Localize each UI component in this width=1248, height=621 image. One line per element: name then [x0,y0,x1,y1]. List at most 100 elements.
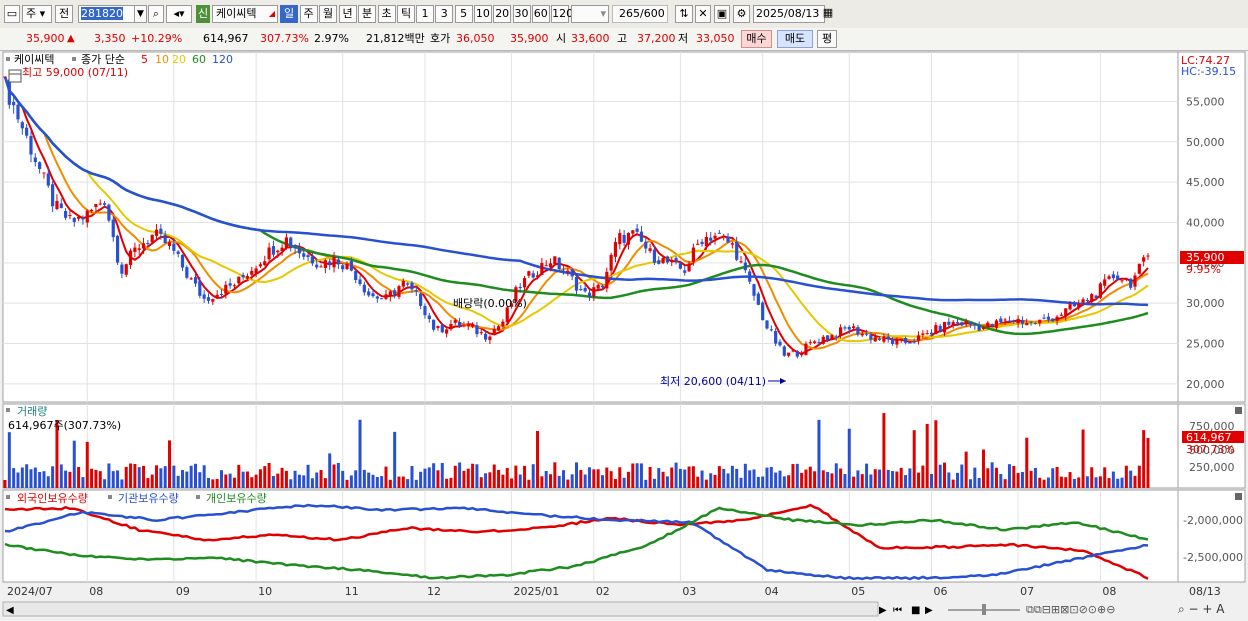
volume-bar [587,467,591,488]
zoom-icons[interactable]: ⌕ − + A [1178,602,1225,616]
speaker-icon[interactable]: ◂▾ [166,5,192,23]
tab-interval-7[interactable]: 120 [551,5,573,23]
candle-body [306,255,310,258]
prev-button[interactable]: 전 [55,5,73,23]
volume-bar [852,476,856,488]
x-axis-label: 11 [345,585,359,598]
tab-period-5[interactable]: 초 [377,5,396,23]
candle-body [873,337,877,342]
tab-interval-2[interactable]: 5 [454,5,473,23]
date-input[interactable]: 2025/08/13 [753,5,825,23]
volume-bar [319,469,323,488]
tab-interval-4[interactable]: 20 [493,5,512,23]
volume-bar [258,469,262,488]
tab-interval-5[interactable]: 30 [512,5,531,23]
candle-body [639,231,644,242]
candle-body [674,257,678,262]
tab-interval-0[interactable]: 1 [416,5,434,23]
candle-body [397,286,401,297]
volume-bar [1046,477,1050,488]
holding-close-icon[interactable] [1235,493,1242,500]
tab-interval-3[interactable]: 10 [473,5,492,23]
volume-bar [904,475,908,488]
gear-icon[interactable]: ⚙ [733,5,750,23]
type-selector[interactable]: 주 ▾ [22,5,52,23]
code-input[interactable]: 281820 [78,5,135,23]
candle-body [661,257,665,264]
candle-body [631,230,635,234]
tab-period-3[interactable]: 년 [338,5,357,23]
volume-bar [973,467,977,488]
volume-bar [947,472,951,488]
horizontal-scrollbar[interactable] [2,601,879,617]
zoom-slider-thumb[interactable] [982,604,986,615]
calendar-icon[interactable] [8,69,22,83]
candle-body [51,184,55,207]
volume-bar [120,479,124,488]
tab-interval-1[interactable]: 3 [435,5,454,23]
volume-bar [583,474,587,488]
rewind-icon[interactable]: ⏮ [893,605,902,616]
toggle-icon[interactable]: ⇅ [675,5,693,23]
candle-body [683,270,687,273]
play-icon[interactable]: ▶ [925,605,933,616]
tab-period-1[interactable]: 주 [299,5,318,23]
volume-bar [232,477,236,488]
candle-body [284,237,289,248]
candle-body [574,276,579,291]
volume-bar [813,471,817,488]
candle-body [107,204,111,221]
menu-icon[interactable]: ▭ [4,5,20,23]
stock-name: 케이씨텍 ◢ [212,5,278,23]
code-dropdown-button[interactable]: ▼ [134,5,147,23]
candle-body [128,250,133,265]
volume-bar [77,467,81,488]
candle-body [55,201,59,210]
candle-body [254,268,258,274]
calendar-icon[interactable]: ▦ [821,5,835,23]
candle-body [1116,275,1120,281]
search-icon[interactable]: ⌕ [148,5,164,23]
volume-bar [934,420,938,488]
candle-body [7,79,11,105]
crosshair-icon[interactable]: ✕ [695,5,711,23]
candle-body [709,237,713,241]
scroll-right-icon[interactable]: ▶ [879,605,887,616]
tab-period-2[interactable]: 월 [319,5,337,23]
scroll-left-icon[interactable]: ◀ [6,605,14,616]
eval-button[interactable]: 평 [817,30,837,48]
volume-bar [3,480,7,488]
interval-dropdown[interactable]: ▾ [571,5,609,23]
bid-price: 35,900 [510,32,549,45]
sell-button[interactable]: 매도 [777,30,813,48]
count-input[interactable]: 265/600 [612,5,668,23]
save-icon[interactable]: ▣ [714,5,730,23]
tab-period-4[interactable]: 분 [358,5,376,23]
volume-bar [817,419,821,488]
candle-body [912,341,916,343]
volume-bar [938,464,942,488]
candle-body [237,276,241,284]
candle-body [518,286,522,289]
candle-body [1085,299,1089,302]
volume-bar [397,476,401,488]
hoga-label: 호가 [430,32,451,45]
volume-bar [826,471,830,488]
chart-area[interactable]: 55,00050,00045,00040,00035,00030,00025,0… [0,51,1248,621]
tab-interval-6[interactable]: 60 [531,5,550,23]
volume-bar [302,475,306,488]
volume-bar [380,476,384,488]
up-arrow-icon: ▲ [67,33,75,44]
volume-close-icon[interactable] [1235,407,1242,414]
candle-body [85,210,89,223]
high-label: 고 [617,32,628,45]
x-axis-label: 07 [1020,585,1034,598]
candle-body [596,284,600,289]
stop-icon[interactable]: ■ [911,605,920,616]
tab-period-6[interactable]: 틱 [397,5,415,23]
volume-bar [804,469,808,488]
price-ytick: 20,000 [1186,378,1225,391]
toolbar-icons[interactable]: ⧉⧉⊟⊞⊠⊡⊘⊙⊕⊖ [1026,603,1115,616]
tab-period-0[interactable]: 일 [280,5,298,23]
buy-button[interactable]: 매수 [741,30,772,48]
